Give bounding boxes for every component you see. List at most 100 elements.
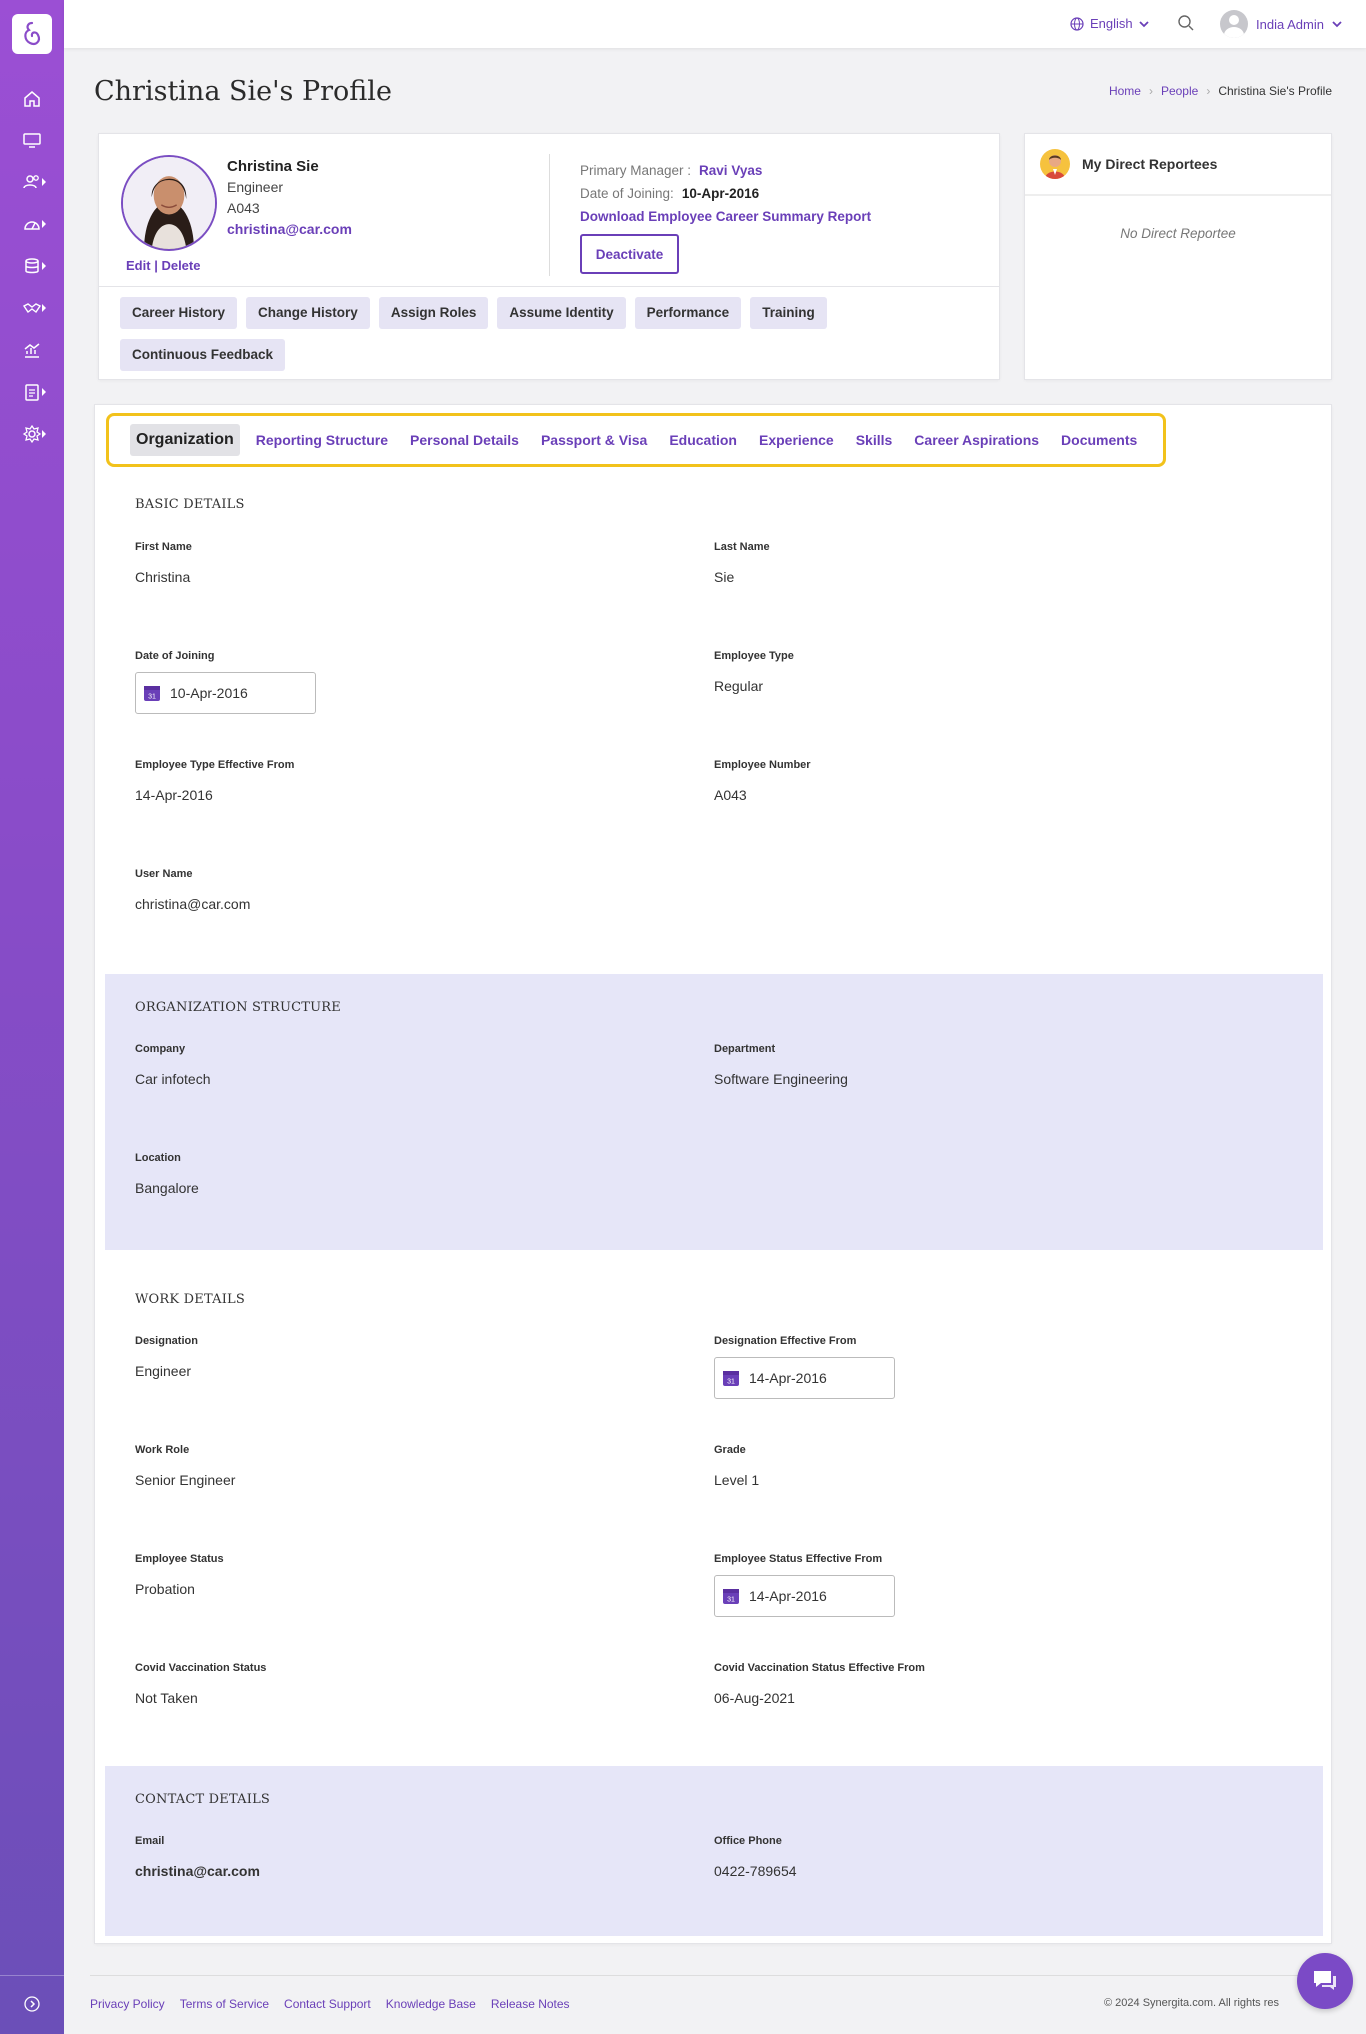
breadcrumb-home[interactable]: Home <box>1109 84 1141 98</box>
delete-link[interactable]: Delete <box>161 258 200 273</box>
covid-status-value: Not Taken <box>135 1690 198 1706</box>
field-label: Department <box>714 1043 776 1055</box>
change-history-button[interactable]: Change History <box>246 297 370 329</box>
sidebar <box>0 0 64 2034</box>
handshake-icon[interactable] <box>0 291 64 325</box>
designation-value: Engineer <box>135 1363 192 1379</box>
section-title: BASIC DETAILS <box>135 497 245 512</box>
edit-link[interactable]: Edit <box>126 258 151 273</box>
app-logo[interactable] <box>12 14 52 54</box>
divider <box>549 154 550 276</box>
field-label: Email <box>135 1835 165 1847</box>
profile-designation: Engineer <box>227 179 284 195</box>
doj-date-value: 10-Apr-2016 <box>170 685 248 701</box>
user-menu[interactable]: India Admin <box>1220 10 1342 38</box>
tab-education[interactable]: Education <box>663 424 743 456</box>
expand-sidebar-icon[interactable] <box>0 1987 64 2021</box>
employee-status-value: Probation <box>135 1581 195 1597</box>
logo-icon <box>24 21 40 45</box>
primary-manager-label: Primary Manager : <box>580 163 692 178</box>
field-label: Office Phone <box>714 1835 782 1847</box>
assign-roles-button[interactable]: Assign Roles <box>378 297 489 329</box>
primary-manager-link[interactable]: Ravi Vyas <box>699 163 762 178</box>
tab-reporting-structure[interactable]: Reporting Structure <box>250 424 394 456</box>
direct-reportees-card: My Direct Reportees No Direct Reportee <box>1024 133 1332 380</box>
tab-skills[interactable]: Skills <box>850 424 899 456</box>
assume-identity-button[interactable]: Assume Identity <box>497 297 626 329</box>
training-button[interactable]: Training <box>750 297 827 329</box>
privacy-policy-link[interactable]: Privacy Policy <box>90 1997 165 2011</box>
tab-organization[interactable]: Organization <box>130 424 240 456</box>
download-report-link[interactable]: Download Employee Career Summary Report <box>580 209 871 224</box>
reportees-empty-message: No Direct Reportee <box>1120 226 1236 241</box>
contact-support-link[interactable]: Contact Support <box>284 1997 371 2011</box>
office-phone-value: 0422-789654 <box>714 1863 797 1879</box>
deactivate-button[interactable]: Deactivate <box>580 234 679 274</box>
analytics-icon[interactable] <box>0 333 64 367</box>
profile-summary: Primary Manager : Ravi Vyas Date of Join… <box>580 159 871 228</box>
breadcrumb-separator-icon: › <box>1148 84 1153 98</box>
continuous-feedback-button[interactable]: Continuous Feedback <box>120 339 286 371</box>
globe-icon <box>1070 16 1084 31</box>
footer-links: Privacy Policy Terms of Service Contact … <box>90 1997 570 2011</box>
performance-button[interactable]: Performance <box>634 297 742 329</box>
language-selector[interactable]: English <box>1070 16 1149 31</box>
calendar-icon: 31 <box>723 1589 739 1604</box>
tab-experience[interactable]: Experience <box>753 424 840 456</box>
monitor-icon[interactable] <box>0 123 64 157</box>
settings-icon[interactable] <box>0 417 64 451</box>
field-label: Employee Status <box>135 1553 224 1565</box>
people-icon[interactable] <box>0 165 64 199</box>
field-label: Designation Effective From <box>714 1335 857 1347</box>
field-label: Designation <box>135 1335 198 1347</box>
username-value: christina@car.com <box>135 896 251 912</box>
contact-email-value: christina@car.com <box>135 1863 260 1879</box>
doj-label: Date of Joining: <box>580 186 674 201</box>
field-label: Work Role <box>135 1444 190 1456</box>
tab-career-aspirations[interactable]: Career Aspirations <box>908 424 1045 456</box>
knowledge-base-link[interactable]: Knowledge Base <box>386 1997 476 2011</box>
field-label: Location <box>135 1152 181 1164</box>
designation-effective-date-field[interactable]: 31 14-Apr-2016 <box>714 1357 895 1399</box>
field-label: Covid Vaccination Status Effective From <box>714 1662 925 1674</box>
field-label: Employee Status Effective From <box>714 1553 883 1565</box>
breadcrumb-people[interactable]: People <box>1161 84 1198 98</box>
status-effective-date-field[interactable]: 31 14-Apr-2016 <box>714 1575 895 1617</box>
breadcrumb: Home › People › Christina Sie's Profile <box>1109 84 1332 98</box>
field-label: Employee Type Effective From <box>135 759 295 771</box>
link-separator: | <box>154 258 158 273</box>
profile-email[interactable]: christina@car.com <box>227 221 352 237</box>
home-icon[interactable] <box>0 82 64 116</box>
database-icon[interactable] <box>0 249 64 283</box>
profile-details-card: Organization Reporting Structure Persona… <box>94 404 1332 1944</box>
tab-personal-details[interactable]: Personal Details <box>404 424 525 456</box>
employee-number-value: A043 <box>714 787 747 803</box>
doj-date-field[interactable]: 31 10-Apr-2016 <box>135 672 316 714</box>
field-label: Date of Joining <box>135 650 215 662</box>
designation-effective-value: 14-Apr-2016 <box>749 1370 827 1386</box>
field-label: Last Name <box>714 541 770 553</box>
employee-type-value: Regular <box>714 678 764 694</box>
field-label: Employee Number <box>714 759 811 771</box>
dashboard-icon[interactable] <box>0 207 64 241</box>
section-title: CONTACT DETAILS <box>135 1792 271 1807</box>
profile-actions: Career History Change History Assign Rol… <box>120 297 980 371</box>
clipboard-icon[interactable] <box>0 375 64 409</box>
svg-text:31: 31 <box>727 1379 735 1386</box>
chat-button[interactable] <box>1297 1953 1353 2009</box>
terms-of-service-link[interactable]: Terms of Service <box>180 1997 269 2011</box>
grade-value: Level 1 <box>714 1472 760 1488</box>
tab-documents[interactable]: Documents <box>1055 424 1143 456</box>
profile-tabs: Organization Reporting Structure Persona… <box>106 413 1166 467</box>
release-notes-link[interactable]: Release Notes <box>491 1997 570 2011</box>
chevron-down-icon <box>1139 20 1149 27</box>
covid-effective-value: 06-Aug-2021 <box>714 1690 795 1706</box>
career-history-button[interactable]: Career History <box>120 297 238 329</box>
department-value: Software Engineering <box>714 1071 848 1087</box>
search-icon[interactable] <box>1177 14 1195 36</box>
chat-icon <box>1314 1971 1336 1990</box>
tab-passport-visa[interactable]: Passport & Visa <box>535 424 653 456</box>
svg-text:31: 31 <box>727 1597 735 1604</box>
divider <box>90 1975 1335 1976</box>
profile-employee-number: A043 <box>227 200 260 216</box>
